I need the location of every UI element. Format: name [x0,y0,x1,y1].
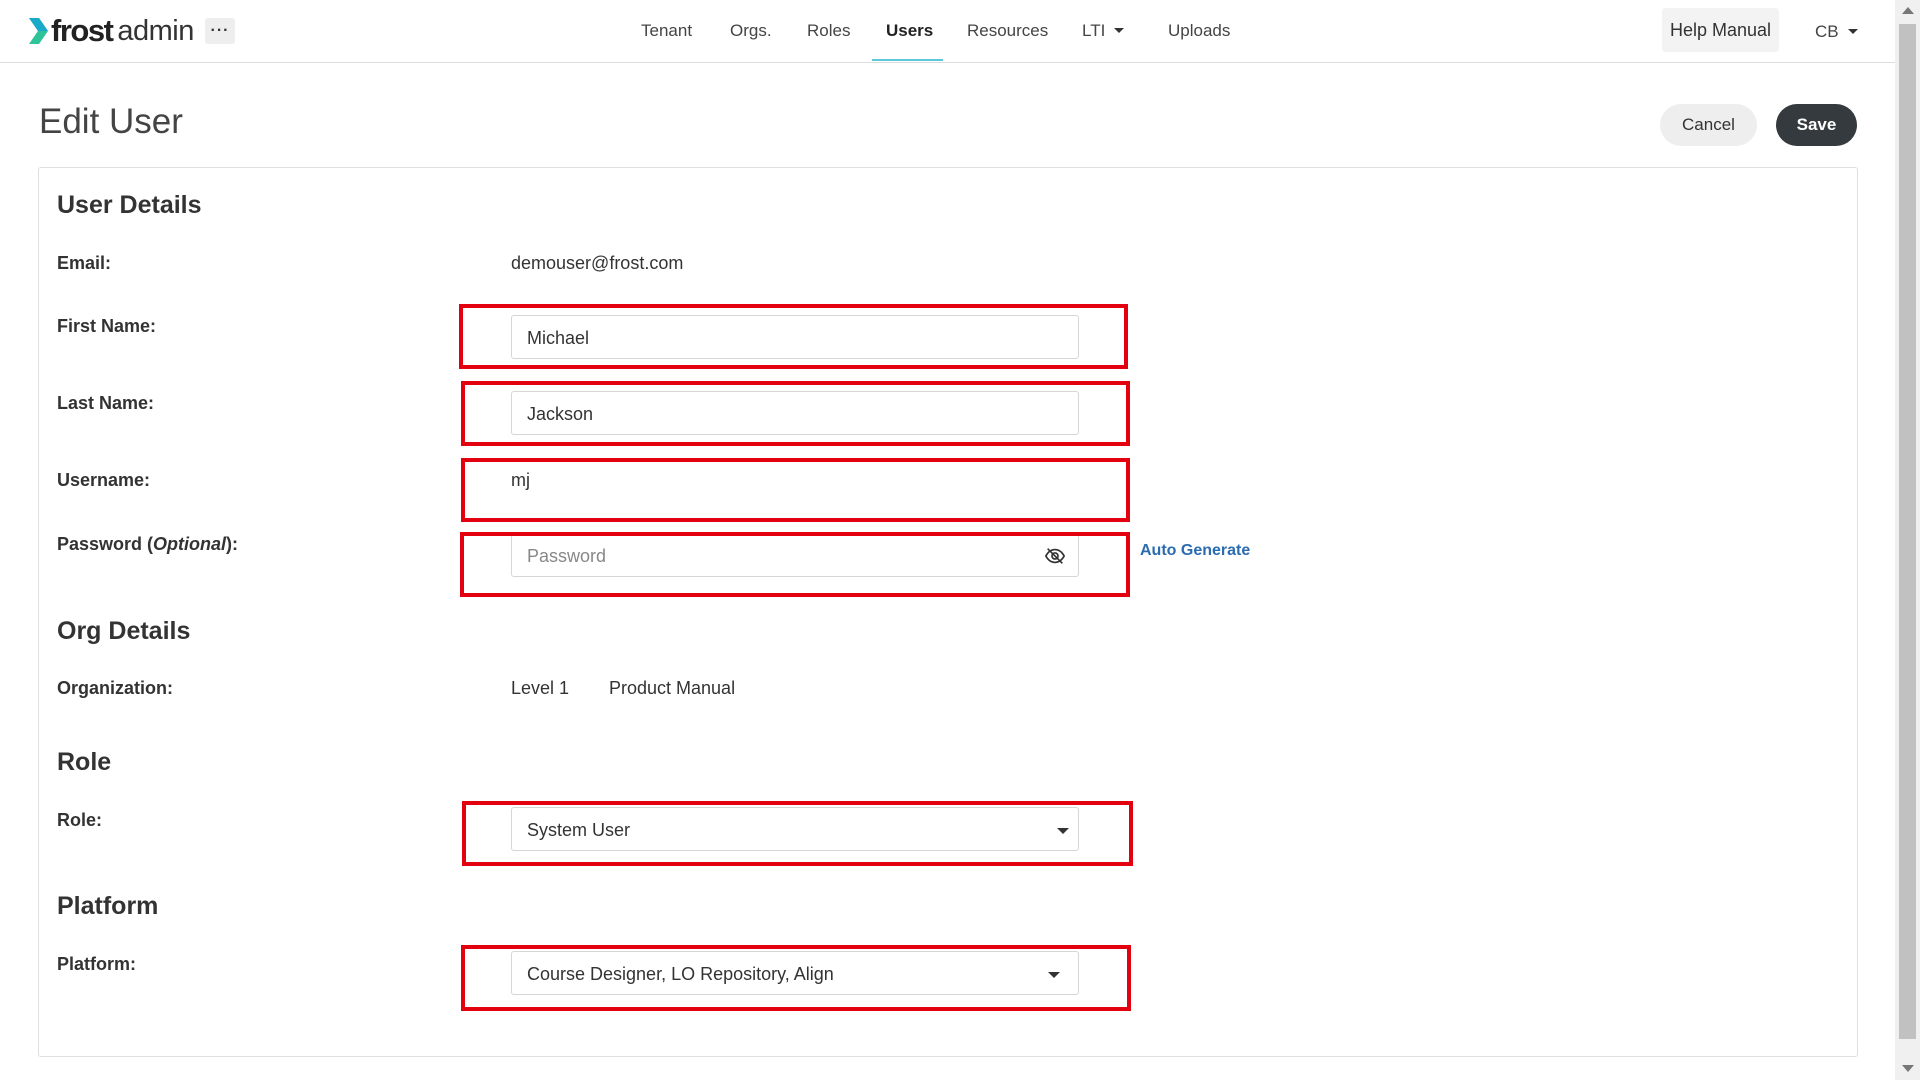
vertical-scrollbar[interactable] [1895,0,1920,1080]
scroll-up-arrow-icon[interactable] [1902,7,1914,14]
chevron-down-icon [1114,28,1125,34]
nav-lti[interactable]: LTI [1082,0,1125,61]
password-label-optional: Optional [153,534,227,554]
user-initials: CB [1815,22,1839,41]
scroll-down-arrow-icon[interactable] [1902,1065,1914,1072]
nav-orgs[interactable]: Orgs. [730,0,772,61]
password-label: Password (Optional): [57,534,238,555]
highlight-box-first-name [459,304,1128,369]
nav-uploads[interactable]: Uploads [1168,0,1230,61]
cancel-button[interactable]: Cancel [1660,104,1757,146]
logo-text-frost: frost [51,13,114,48]
nav-lti-label: LTI [1082,21,1106,40]
user-details-heading: User Details [57,191,202,219]
save-button[interactable]: Save [1776,104,1857,146]
chevron-down-icon [1847,29,1858,35]
edit-user-form-panel [38,167,1858,1057]
highlight-box-platform [461,945,1131,1011]
highlight-box-username [461,458,1130,522]
username-label: Username: [57,470,151,490]
frost-chevron-icon [29,18,48,44]
nav-resources[interactable]: Resources [967,0,1048,61]
password-label-suffix: ): [226,534,239,554]
more-options-button[interactable]: ··· [205,18,235,44]
password-label-prefix: Password ( [57,534,154,554]
organization-level: Level 1 [511,678,570,698]
nav-tenant[interactable]: Tenant [641,0,692,61]
page-title: Edit User [39,102,183,141]
email-value: demouser@frost.com [511,253,684,273]
frost-admin-logo[interactable]: frost admin [27,13,194,48]
auto-generate-link[interactable]: Auto Generate [1140,542,1250,560]
email-label: Email: [57,253,112,273]
top-navigation-bar: frost admin ··· Tenant Orgs. Roles Users… [0,0,1895,63]
role-heading: Role [57,748,112,776]
role-label: Role: [57,810,102,830]
user-menu[interactable]: CB [1815,22,1858,42]
active-tab-indicator [872,59,943,61]
org-details-heading: Org Details [57,617,191,645]
highlight-box-last-name [461,381,1130,446]
platform-label: Platform: [57,954,137,974]
organization-name: Product Manual [609,678,736,698]
platform-heading: Platform [57,892,159,920]
nav-roles[interactable]: Roles [807,0,850,61]
first-name-label: First Name: [57,316,157,336]
highlight-box-role [462,801,1133,866]
organization-label: Organization: [57,678,173,698]
help-manual-button[interactable]: Help Manual [1662,8,1779,52]
scrollbar-thumb[interactable] [1899,24,1916,1039]
last-name-label: Last Name: [57,393,155,413]
nav-users[interactable]: Users [886,0,933,61]
highlight-box-password [460,532,1130,597]
logo-text-admin: admin [117,14,194,47]
